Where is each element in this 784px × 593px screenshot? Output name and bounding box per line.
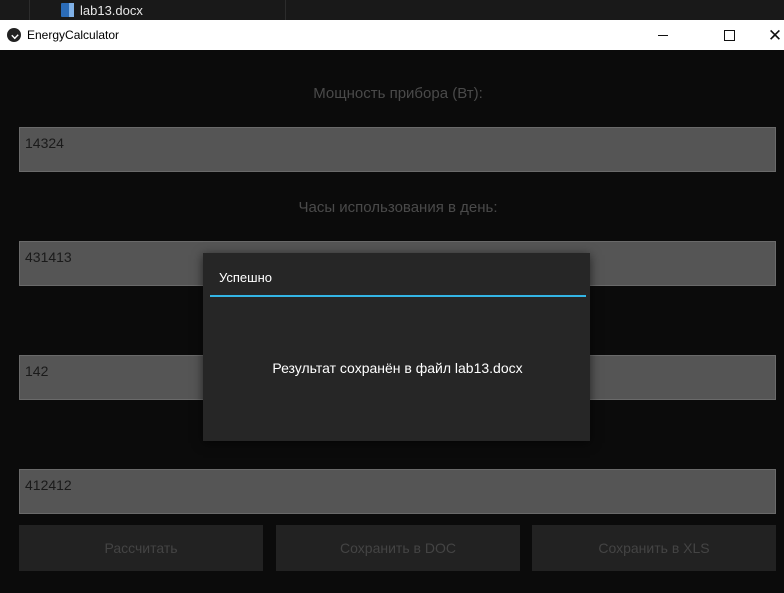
close-icon: ✕ bbox=[767, 25, 783, 45]
window-title: EnergyCalculator bbox=[27, 28, 120, 42]
fourth-input[interactable]: 412412 bbox=[19, 469, 776, 514]
minimize-button[interactable] bbox=[640, 20, 686, 50]
hours-label: Часы использования в день: bbox=[298, 199, 498, 216]
save-xls-button[interactable]: Сохранить в XLS bbox=[532, 525, 776, 571]
dialog-title-divider bbox=[210, 295, 586, 297]
minimize-icon bbox=[658, 34, 668, 36]
calculate-button[interactable]: Рассчитать bbox=[19, 525, 263, 571]
dialog-message: Результат сохранён в файл lab13.docx bbox=[272, 360, 523, 376]
column-divider bbox=[285, 0, 286, 20]
power-label: Мощность прибора (Вт): bbox=[313, 85, 483, 102]
explorer-file-item[interactable]: lab13.docx bbox=[61, 2, 143, 18]
column-divider bbox=[29, 0, 30, 20]
power-input[interactable]: 14324 bbox=[19, 127, 776, 172]
save-doc-button[interactable]: Сохранить в DOC bbox=[276, 525, 520, 571]
window-titlebar: EnergyCalculator ✕ bbox=[0, 20, 784, 50]
kivy-app-icon bbox=[7, 28, 21, 42]
success-dialog[interactable]: Успешно Результат сохранён в файл lab13.… bbox=[203, 253, 590, 441]
word-doc-icon bbox=[61, 3, 74, 17]
file-name: lab13.docx bbox=[80, 2, 143, 18]
maximize-button[interactable] bbox=[706, 20, 752, 50]
maximize-icon bbox=[723, 29, 735, 41]
dialog-title: Успешно bbox=[219, 270, 272, 285]
close-button[interactable]: ✕ bbox=[752, 20, 784, 50]
background-explorer-strip: lab13.docx bbox=[0, 0, 784, 20]
